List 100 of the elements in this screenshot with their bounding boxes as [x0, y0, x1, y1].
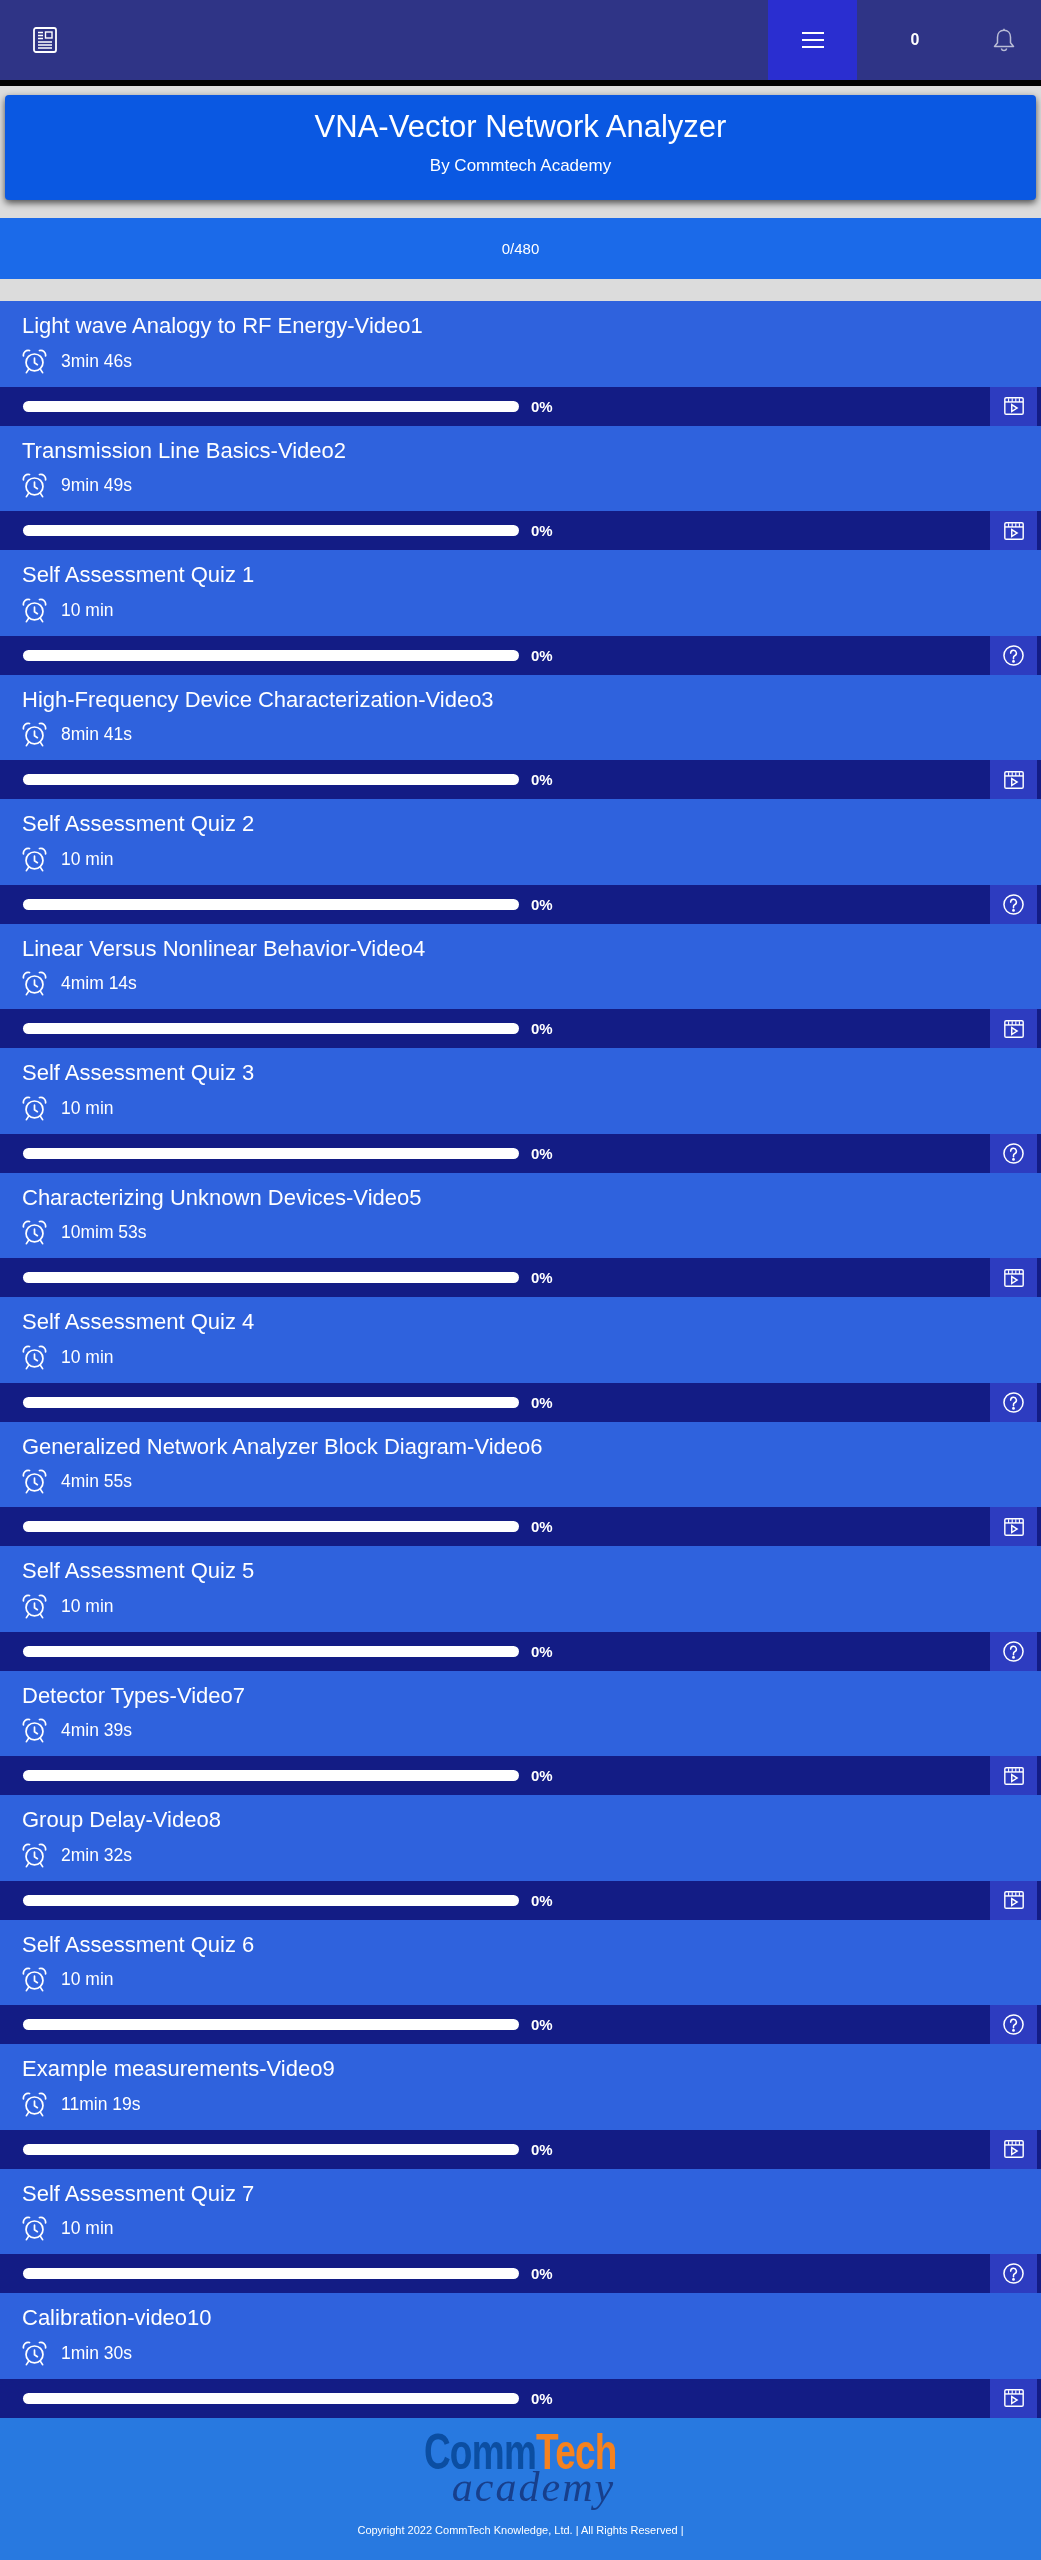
progress-percent: 0%: [531, 646, 553, 664]
lesson-title[interactable]: Light wave Analogy to RF Energy-Video1: [22, 313, 423, 339]
alarm-clock-icon: [22, 971, 47, 996]
progress-percent: 0%: [531, 2016, 553, 2033]
progress-percent: 0%: [531, 1020, 553, 1037]
lesson-duration: 8min 41s: [61, 724, 132, 745]
alarm-clock-icon: [22, 2340, 47, 2366]
progress-percent: 0%: [531, 397, 553, 415]
lesson-title[interactable]: Self Assessment Quiz 7: [22, 2180, 255, 2207]
lesson-duration: 10 min: [61, 848, 114, 870]
video-button[interactable]: [990, 1258, 1037, 1297]
progress-percent: 0%: [531, 895, 553, 913]
video-button[interactable]: [990, 1507, 1037, 1546]
lesson-title[interactable]: Detector Types-Video7: [22, 1682, 245, 1709]
film-play-icon: [1003, 1268, 1024, 1287]
score-text: 0/480: [501, 240, 540, 257]
alarm-clock-icon: [22, 1967, 47, 1992]
alarm-clock-icon: [22, 1095, 47, 1121]
video-button[interactable]: [990, 511, 1037, 550]
lesson-title[interactable]: Self Assessment Quiz 2: [22, 811, 255, 837]
question-circle-icon: [1003, 2263, 1024, 2284]
video-button[interactable]: [990, 1756, 1037, 1795]
video-button[interactable]: [990, 2129, 1037, 2169]
lesson-title[interactable]: Self Assessment Quiz 5: [22, 1558, 255, 1584]
alarm-clock-icon: [22, 722, 47, 747]
progress-percent: 0%: [531, 1269, 553, 1286]
video-button[interactable]: [990, 760, 1037, 799]
lesson-title[interactable]: Linear Versus Nonlinear Behavior-Video4: [22, 935, 426, 962]
alarm-clock-icon: [22, 597, 47, 623]
film-play-icon: [1003, 397, 1024, 415]
lesson-title[interactable]: High-Frequency Device Characterization-Video3: [22, 686, 494, 713]
progress-percent: 0%: [531, 1518, 553, 1535]
alarm-clock-icon: [22, 2091, 47, 2117]
quiz-button[interactable]: [990, 884, 1037, 924]
lesson-title[interactable]: Characterizing Unknown Devices-Video5: [22, 1184, 422, 1211]
lesson-duration: 10 min: [61, 1097, 114, 1119]
alarm-clock-icon: [22, 2216, 47, 2241]
lesson-duration: 1min 30s: [61, 2342, 132, 2364]
lesson-title[interactable]: Group Delay-Video8: [22, 1807, 221, 1833]
video-button[interactable]: [990, 386, 1037, 426]
quiz-button[interactable]: [990, 2254, 1037, 2293]
lesson-duration: 10mim 53s: [61, 1222, 147, 1243]
question-circle-icon: [1003, 893, 1024, 915]
quiz-button[interactable]: [990, 1133, 1037, 1173]
film-play-icon: [1003, 1891, 1024, 1909]
alarm-clock-icon: [22, 348, 47, 374]
film-play-icon: [1003, 770, 1024, 789]
progress-percent: 0%: [531, 771, 553, 788]
question-circle-icon: [1003, 1640, 1024, 1662]
lesson-duration: 10 min: [61, 1595, 114, 1617]
quiz-button[interactable]: [990, 2005, 1037, 2044]
quiz-button[interactable]: [990, 635, 1037, 675]
quiz-button[interactable]: [990, 1631, 1037, 1671]
alarm-clock-icon: [22, 1718, 47, 1743]
question-circle-icon: [1003, 1391, 1024, 1413]
lesson-duration: 4mim 14s: [61, 973, 137, 994]
notification-count: 0: [910, 31, 920, 49]
lesson-duration: 4min 39s: [61, 1720, 132, 1741]
film-play-icon: [1003, 1517, 1024, 1536]
lesson-duration: 10 min: [61, 1346, 114, 1368]
lesson-title[interactable]: Self Assessment Quiz 6: [22, 1931, 255, 1958]
progress-percent: 0%: [531, 2389, 553, 2407]
lesson-duration: 10 min: [61, 2218, 114, 2239]
video-button[interactable]: [990, 2378, 1037, 2418]
lesson-duration: 9min 49s: [61, 475, 132, 496]
lesson-title[interactable]: Self Assessment Quiz 3: [22, 1060, 255, 1086]
newspaper-icon[interactable]: [33, 27, 57, 53]
progress-percent: 0%: [531, 1393, 553, 1411]
progress-percent: 0%: [531, 522, 553, 539]
menu-icon: [801, 32, 824, 48]
lesson-duration: 10 min: [61, 599, 114, 621]
film-play-icon: [1003, 1766, 1024, 1785]
alarm-clock-icon: [22, 846, 47, 872]
lesson-title[interactable]: Example measurements-Video9: [22, 2056, 335, 2082]
film-play-icon: [1003, 521, 1024, 540]
progress-percent: 0%: [531, 2265, 553, 2282]
course-title: VNA-Vector Network Analyzer: [314, 108, 727, 146]
lesson-title[interactable]: Calibration-video10: [22, 2305, 212, 2331]
alarm-clock-icon: [22, 1469, 47, 1494]
progress-percent: 0%: [531, 1144, 553, 1162]
alarm-clock-icon: [22, 1593, 47, 1619]
alarm-clock-icon: [22, 1344, 47, 1370]
lesson-title[interactable]: Generalized Network Analyzer Block Diagram-Video6: [22, 1433, 543, 1460]
lesson-duration: 11min 19s: [61, 2093, 141, 2115]
quiz-button[interactable]: [990, 1382, 1037, 1422]
film-play-icon: [1003, 2389, 1024, 2407]
lesson-duration: 2min 32s: [61, 1844, 132, 1866]
progress-percent: 0%: [531, 2140, 553, 2158]
lesson-title[interactable]: Self Assessment Quiz 4: [22, 1309, 255, 1335]
lesson-duration: 4min 55s: [61, 1471, 132, 1492]
question-circle-icon: [1003, 644, 1024, 666]
lesson-title[interactable]: Transmission Line Basics-Video2: [22, 437, 347, 464]
progress-percent: 0%: [531, 1642, 553, 1660]
film-play-icon: [1003, 1019, 1024, 1038]
lesson-title[interactable]: Self Assessment Quiz 1: [22, 562, 255, 588]
video-button[interactable]: [990, 1009, 1037, 1048]
bell-icon[interactable]: [993, 28, 1015, 52]
question-circle-icon: [1003, 2014, 1024, 2035]
video-button[interactable]: [990, 1880, 1037, 1920]
progress-percent: 0%: [531, 1891, 553, 1909]
